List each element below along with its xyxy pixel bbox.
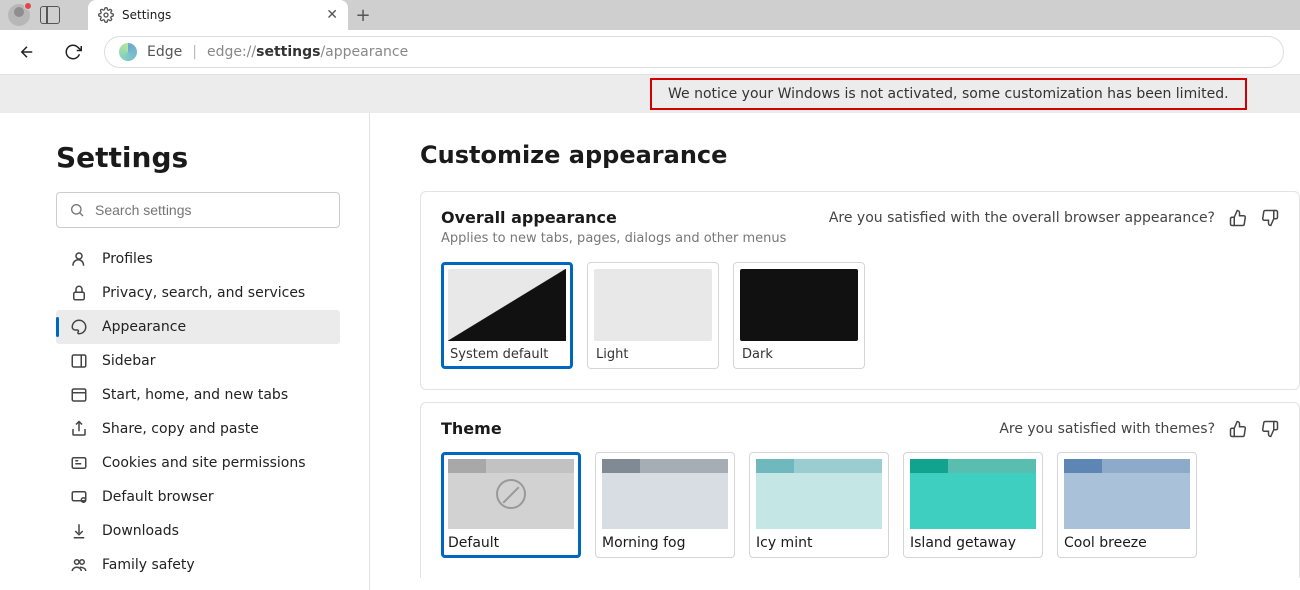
titlebar: Settings ✕ + <box>0 0 1300 30</box>
theme-option-morning-fog[interactable]: Morning fog <box>595 452 735 558</box>
address-product: Edge <box>147 44 182 60</box>
theme-title: Theme <box>441 419 502 438</box>
sidebar-item-downloads[interactable]: Downloads <box>56 514 340 548</box>
appearance-option-dark[interactable]: Dark <box>733 262 865 369</box>
nav-icon <box>70 488 88 506</box>
appearance-option-system-default[interactable]: System default <box>441 262 573 369</box>
gear-icon <box>98 7 114 23</box>
sidebar-item-profiles[interactable]: Profiles <box>56 242 340 276</box>
nav-icon <box>70 420 88 438</box>
search-icon <box>69 202 85 218</box>
sidebar-item-default-browser[interactable]: Default browser <box>56 480 340 514</box>
theme-option-island-getaway[interactable]: Island getaway <box>903 452 1043 558</box>
nav-icon <box>70 318 88 336</box>
toolbar: Edge | edge://settings/appearance <box>0 30 1300 75</box>
overall-title: Overall appearance <box>441 208 617 227</box>
nav-icon <box>70 284 88 302</box>
page-heading: Customize appearance <box>420 141 1300 169</box>
settings-sidebar: Settings ProfilesPrivacy, search, and se… <box>0 113 370 590</box>
nav-icon <box>70 522 88 540</box>
sidebar-item-share-copy-and-paste[interactable]: Share, copy and paste <box>56 412 340 446</box>
nav-icon <box>70 454 88 472</box>
settings-content: Customize appearance Overall appearance … <box>370 113 1300 590</box>
address-url: edge://settings/appearance <box>207 44 408 60</box>
sidebar-item-sidebar[interactable]: Sidebar <box>56 344 340 378</box>
sidebar-heading: Settings <box>56 141 369 174</box>
search-settings-input[interactable] <box>56 192 340 228</box>
refresh-button[interactable] <box>58 37 88 67</box>
browser-tab[interactable]: Settings ✕ <box>88 0 348 30</box>
appearance-option-light[interactable]: Light <box>587 262 719 369</box>
edge-logo-icon <box>119 43 137 61</box>
overall-subtitle: Applies to new tabs, pages, dialogs and … <box>441 231 1279 246</box>
new-tab-button[interactable]: + <box>348 0 378 30</box>
overall-appearance-section: Overall appearance Are you satisfied wit… <box>420 191 1300 390</box>
notice-row: We notice your Windows is not activated,… <box>0 75 1300 113</box>
theme-option-default[interactable]: Default <box>441 452 581 558</box>
thumbs-up-icon[interactable] <box>1229 209 1247 227</box>
activation-notice: We notice your Windows is not activated,… <box>650 78 1247 110</box>
sidebar-item-privacy-search-and-services[interactable]: Privacy, search, and services <box>56 276 340 310</box>
close-tab-icon[interactable]: ✕ <box>326 7 338 23</box>
profile-icon[interactable] <box>8 4 30 26</box>
sidebar-item-start-home-and-new-tabs[interactable]: Start, home, and new tabs <box>56 378 340 412</box>
thumbs-up-icon[interactable] <box>1229 420 1247 438</box>
nav-icon <box>70 386 88 404</box>
theme-option-icy-mint[interactable]: Icy mint <box>749 452 889 558</box>
sidebar-item-cookies-and-site-permissions[interactable]: Cookies and site permissions <box>56 446 340 480</box>
nav-icon <box>70 556 88 574</box>
back-button[interactable] <box>12 37 42 67</box>
overall-feedback-text: Are you satisfied with the overall brows… <box>829 210 1215 226</box>
none-icon <box>496 479 526 509</box>
nav-icon <box>70 250 88 268</box>
thumbs-down-icon[interactable] <box>1261 209 1279 227</box>
tab-title: Settings <box>122 8 171 22</box>
thumbs-down-icon[interactable] <box>1261 420 1279 438</box>
tab-actions-icon[interactable] <box>40 6 60 24</box>
theme-feedback-text: Are you satisfied with themes? <box>999 421 1215 437</box>
theme-section: Theme Are you satisfied with themes? Def… <box>420 402 1300 578</box>
theme-option-cool-breeze[interactable]: Cool breeze <box>1057 452 1197 558</box>
sidebar-item-family-safety[interactable]: Family safety <box>56 548 340 582</box>
nav-icon <box>70 352 88 370</box>
address-bar[interactable]: Edge | edge://settings/appearance <box>104 36 1284 68</box>
sidebar-item-appearance[interactable]: Appearance <box>56 310 340 344</box>
